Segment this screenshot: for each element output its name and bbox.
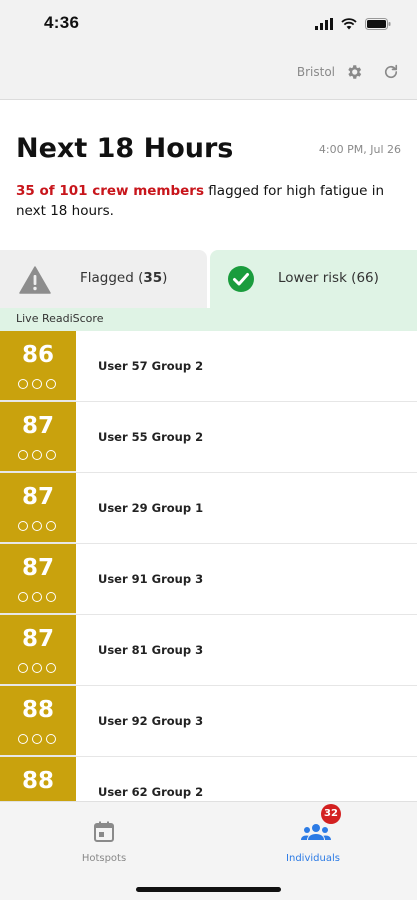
list-item[interactable]: 88 User 62 Group 2 xyxy=(0,757,417,801)
page-title: Next 18 Hours xyxy=(16,133,234,164)
status-bar: 4:36 xyxy=(0,0,417,48)
crew-name: User 29 Group 1 xyxy=(98,501,204,515)
live-readiscore-bar: Live ReadiScore xyxy=(0,308,417,331)
dot-icon xyxy=(46,734,56,744)
calendar-icon xyxy=(92,820,116,848)
dot-icon xyxy=(18,734,28,744)
tab-lower-risk-label: Lower risk (66) xyxy=(278,270,379,286)
gear-icon[interactable] xyxy=(345,63,363,85)
summary-text: 35 of 101 crew members flagged for high … xyxy=(16,181,408,221)
crew-name: User 92 Group 3 xyxy=(98,714,204,728)
score-box: 88 xyxy=(0,686,76,756)
score-value: 87 xyxy=(21,484,54,510)
score-box: 87 xyxy=(0,402,76,472)
battery-icon xyxy=(365,15,391,34)
crew-name: User 62 Group 2 xyxy=(98,785,204,799)
status-time: 4:36 xyxy=(44,13,80,32)
score-value: 86 xyxy=(21,342,54,368)
status-icons xyxy=(315,15,391,34)
score-value: 88 xyxy=(21,697,54,723)
summary-timestamp: 4:00 PM, Jul 26 xyxy=(318,143,401,156)
dot-icon xyxy=(32,521,42,531)
score-value: 87 xyxy=(21,413,54,439)
score-box: 86 xyxy=(0,331,76,401)
tab-lower-risk[interactable]: Lower risk (66) xyxy=(210,250,417,308)
score-dots xyxy=(18,663,56,673)
dot-icon xyxy=(18,379,28,389)
warning-icon xyxy=(19,266,51,298)
tab-flagged-text: Flagged ( xyxy=(80,270,144,286)
score-box: 87 xyxy=(0,544,76,614)
crew-name: User 81 Group 3 xyxy=(98,643,204,657)
risk-tabs: Flagged (35) Lower risk (66) xyxy=(0,250,417,308)
dot-icon xyxy=(18,663,28,673)
crew-name: User 91 Group 3 xyxy=(98,572,204,586)
score-box: 88 xyxy=(0,757,76,801)
score-dots xyxy=(18,450,56,460)
crew-name: User 57 Group 2 xyxy=(98,359,204,373)
crew-name: User 55 Group 2 xyxy=(98,430,204,444)
score-value: 87 xyxy=(21,555,54,581)
score-box: 87 xyxy=(0,615,76,685)
list-item[interactable]: 87 User 91 Group 3 xyxy=(0,544,417,615)
summary-panel: Next 18 Hours 4:00 PM, Jul 26 35 of 101 … xyxy=(0,101,417,250)
crew-list[interactable]: 86 User 57 Group 2 87 User 55 Group 2 87… xyxy=(0,331,417,801)
tab-hotspots[interactable]: Hotspots xyxy=(0,802,208,872)
tab-hotspots-label: Hotspots xyxy=(81,853,127,864)
dot-icon xyxy=(32,379,42,389)
tab-individuals-label: Individuals xyxy=(286,853,340,864)
tab-flagged-close: ) xyxy=(162,270,168,286)
dot-icon xyxy=(32,734,42,744)
tab-flagged-label: Flagged (35) xyxy=(80,270,167,286)
score-box: 87 xyxy=(0,473,76,543)
dot-icon xyxy=(32,450,42,460)
top-bar: Bristol xyxy=(0,48,417,100)
flagged-count-text: 35 of 101 crew members xyxy=(16,183,205,199)
list-item[interactable]: 86 User 57 Group 2 xyxy=(0,331,417,402)
check-circle-icon xyxy=(227,265,255,297)
list-item[interactable]: 87 User 29 Group 1 xyxy=(0,473,417,544)
individuals-badge: 32 xyxy=(321,804,341,824)
dot-icon xyxy=(46,450,56,460)
dot-icon xyxy=(46,663,56,673)
score-dots xyxy=(18,592,56,602)
tab-flagged-count: 35 xyxy=(143,270,163,286)
score-value: 88 xyxy=(21,768,54,794)
home-indicator[interactable] xyxy=(136,887,281,892)
dot-icon xyxy=(46,379,56,389)
live-readiscore-label: Live ReadiScore xyxy=(16,312,104,325)
score-value: 87 xyxy=(21,626,54,652)
dot-icon xyxy=(46,521,56,531)
dot-icon xyxy=(18,521,28,531)
wifi-icon xyxy=(341,15,357,34)
list-item[interactable]: 87 User 81 Group 3 xyxy=(0,615,417,686)
tab-individuals[interactable]: 32 Individuals xyxy=(209,802,417,872)
score-dots xyxy=(18,521,56,531)
score-dots xyxy=(18,379,56,389)
location-label[interactable]: Bristol xyxy=(297,65,335,79)
dot-icon xyxy=(18,450,28,460)
list-item[interactable]: 87 User 55 Group 2 xyxy=(0,402,417,473)
dot-icon xyxy=(32,663,42,673)
list-item[interactable]: 88 User 92 Group 3 xyxy=(0,686,417,757)
bottom-nav: Hotspots 32 Individuals xyxy=(0,801,417,900)
refresh-icon[interactable] xyxy=(382,63,400,85)
dot-icon xyxy=(32,592,42,602)
score-dots xyxy=(18,734,56,744)
dot-icon xyxy=(18,592,28,602)
tab-flagged[interactable]: Flagged (35) xyxy=(0,250,207,308)
signal-icon xyxy=(315,15,333,34)
people-icon xyxy=(301,820,331,848)
dot-icon xyxy=(46,592,56,602)
